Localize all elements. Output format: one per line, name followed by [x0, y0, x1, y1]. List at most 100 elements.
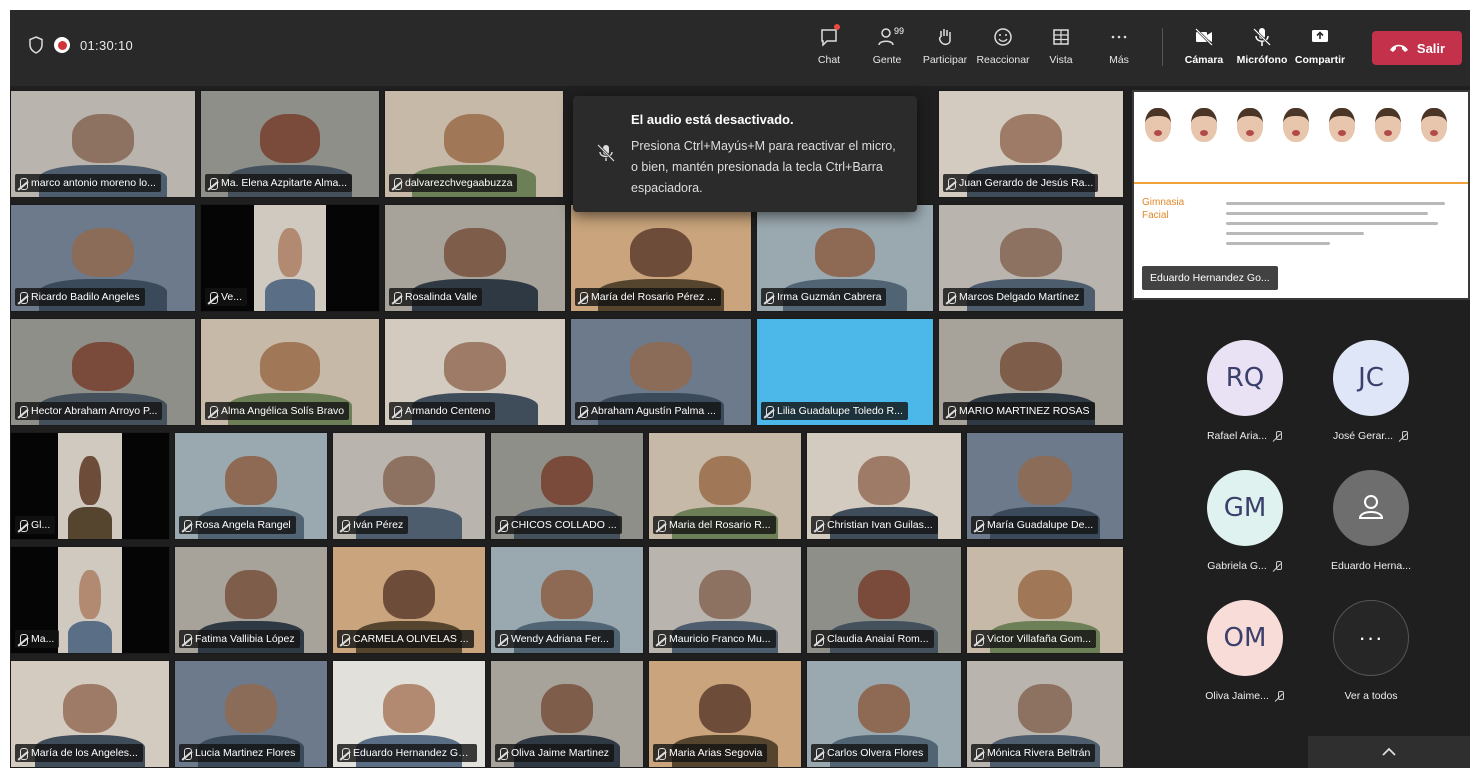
more-button[interactable]: Más: [1090, 20, 1148, 76]
participant-video-tile[interactable]: Ricardo Badilo Angeles: [10, 204, 196, 312]
participant-name-label: Juan Gerardo de Jesús Ra...: [943, 174, 1099, 192]
chat-button[interactable]: Chat: [800, 20, 858, 76]
participant-video-tile[interactable]: Marcos Delgado Martínez: [938, 204, 1124, 312]
see-all-label: Ver a todos: [1344, 690, 1398, 702]
participant-video-tile[interactable]: Carlos Olvera Flores: [806, 660, 962, 768]
view-button[interactable]: Vista: [1032, 20, 1090, 76]
participant-video-tile[interactable]: dalvarezchvegaabuzza: [384, 90, 564, 198]
participant-head: [999, 342, 1063, 392]
camera-button[interactable]: Cámara: [1176, 20, 1232, 76]
participant-video-tile[interactable]: Armando Centeno: [384, 318, 566, 426]
notification-title: El audio está desactivado.: [631, 112, 794, 127]
leave-button[interactable]: Salir: [1372, 31, 1462, 65]
participant-head: [857, 456, 911, 506]
participant-video-tile[interactable]: Ve...: [200, 204, 380, 312]
participant-name-label: Claudia Anaiaí Rom...: [811, 630, 934, 648]
avatar: RQ: [1207, 340, 1283, 416]
slide-face-images: [1140, 108, 1452, 156]
participant-video-tile[interactable]: Oliva Jaime Martinez: [490, 660, 644, 768]
roster-participant[interactable]: JC José Gerar...: [1312, 340, 1430, 442]
avatar: GM: [1207, 470, 1283, 546]
roster-participant[interactable]: OM Oliva Jaime...: [1186, 600, 1304, 702]
participant-head: [71, 228, 135, 278]
meeting-status: 01:30:10: [28, 36, 133, 54]
participant-video-tile[interactable]: Ma...: [10, 546, 170, 654]
mic-off-icon: [1253, 28, 1271, 46]
participant-video-tile[interactable]: María del Rosario Pérez ...: [570, 204, 752, 312]
participant-video-tile[interactable]: CHICOS COLLADO ...: [490, 432, 644, 540]
mic-off-icon: [1273, 560, 1283, 572]
participant-video-tile[interactable]: Juan Gerardo de Jesús Ra...: [938, 90, 1124, 198]
participant-video-tile[interactable]: Eduardo Hernandez Go...: [332, 660, 486, 768]
camera-off-icon: [1195, 28, 1213, 46]
participant-name-label: Alma Angélica Solís Bravo: [205, 402, 350, 420]
participant-head: [383, 570, 435, 620]
participant-name-label: Iván Pérez: [337, 516, 409, 534]
participant-video-tile[interactable]: Maria Arias Segovia: [648, 660, 802, 768]
participant-video-tile[interactable]: Rosa Angela Rangel: [174, 432, 328, 540]
roster-participant[interactable]: Eduardo Herna...: [1312, 470, 1430, 572]
roster-participant[interactable]: RQ Rafael Aria...: [1186, 340, 1304, 442]
share-button[interactable]: Compartir: [1292, 20, 1348, 76]
participant-video-tile[interactable]: Irma Guzmán Cabrera: [756, 204, 934, 312]
react-button[interactable]: Reaccionar: [974, 20, 1032, 76]
participant-name: Eduardo Herna...: [1331, 560, 1411, 572]
participant-name-label: Mauricio Franco Mu...: [653, 630, 776, 648]
participant-video-tile[interactable]: Lucia Martinez Flores: [174, 660, 328, 768]
participant-video-tile[interactable]: Hector Abraham Arroyo P...: [10, 318, 196, 426]
participant-video-tile[interactable]: MARIO MARTINEZ ROSAS: [938, 318, 1124, 426]
participant-name-label: MARIO MARTINEZ ROSAS: [943, 402, 1095, 420]
participant-head: [259, 114, 321, 164]
participant-video-tile[interactable]: CARMELA OLIVELAS ...: [332, 546, 486, 654]
participant-head: [699, 456, 751, 506]
microphone-button[interactable]: Micrófono: [1234, 20, 1290, 76]
leave-label: Salir: [1416, 40, 1446, 56]
raise-hand-button[interactable]: Participar: [916, 20, 974, 76]
participant-video-tile[interactable]: Victor Villafaña Gom...: [966, 546, 1124, 654]
participant-video-tile[interactable]: Abraham Agustín Palma ...: [570, 318, 752, 426]
participant-name-label: Gl...: [15, 516, 56, 534]
participant-name-label: María del Rosario Pérez ...: [575, 288, 721, 306]
avatar: [1333, 470, 1409, 546]
phone-hangup-icon: [1389, 44, 1408, 52]
participant-video-tile[interactable]: marco antonio moreno lo...: [10, 90, 196, 198]
participant-name-label: Oliva Jaime Martinez: [495, 744, 615, 762]
participant-video-tile[interactable]: Wendy Adriana Fer...: [490, 546, 644, 654]
slide-title: Gimnasia Facial: [1142, 197, 1185, 221]
participant-name-label: Mónica Rivera Beltrán: [971, 744, 1096, 762]
meeting-toolbar: 01:30:10 Chat 99 Gente Participar Reacci…: [10, 10, 1470, 86]
participant-name-label: Wendy Adriana Fer...: [495, 630, 614, 648]
participant-video-tile[interactable]: Christian Ivan Guilas...: [806, 432, 962, 540]
participant-video-tile[interactable]: Claudia Anaiaí Rom...: [806, 546, 962, 654]
audio-muted-notification: El audio está desactivado. Presiona Ctrl…: [573, 96, 917, 212]
see-all-button[interactable]: ··· Ver a todos: [1312, 600, 1430, 702]
participant-video-tile[interactable]: María de los Angeles...: [10, 660, 170, 768]
collapse-panel-button[interactable]: [1308, 736, 1470, 768]
participant-video-tile[interactable]: Iván Pérez: [332, 432, 486, 540]
participant-video-tile[interactable]: Gl...: [10, 432, 170, 540]
video-feed: [58, 547, 122, 653]
participant-name-label: Hector Abraham Arroyo P...: [15, 402, 163, 420]
participant-video-tile[interactable]: Rosalinda Valle: [384, 204, 566, 312]
participant-video-tile[interactable]: Lilia Guadalupe Toledo R...: [756, 318, 934, 426]
shield-icon: [29, 36, 43, 54]
participant-head: [444, 342, 506, 392]
shared-content-tile[interactable]: Gimnasia Facial Eduardo Hernandez Go...: [1132, 90, 1470, 300]
participant-name-label: Abraham Agustín Palma ...: [575, 402, 721, 420]
participant-video-tile[interactable]: Mauricio Franco Mu...: [648, 546, 802, 654]
participant-video-tile[interactable]: Maria del Rosario R...: [648, 432, 802, 540]
participant-name-label: Ma...: [15, 630, 60, 648]
face-image: [1140, 108, 1176, 156]
people-button[interactable]: 99 Gente: [858, 20, 916, 76]
people-label: Gente: [872, 54, 902, 66]
participant-name-label: Carlos Olvera Flores: [811, 744, 929, 762]
participant-video-tile[interactable]: Alma Angélica Solís Bravo: [200, 318, 380, 426]
toolbar-right-group: Cámara Micrófono Compartir: [1176, 20, 1348, 76]
participant-video-tile[interactable]: Fatima Vallibia López: [174, 546, 328, 654]
participant-name: Rafael Aria...: [1206, 430, 1268, 442]
participant-video-tile[interactable]: Mónica Rivera Beltrán: [966, 660, 1124, 768]
participant-video-tile[interactable]: María Guadalupe De...: [966, 432, 1124, 540]
roster-participant[interactable]: GM Gabriela G...: [1186, 470, 1304, 572]
more-label: Más: [1109, 54, 1129, 66]
participant-video-tile[interactable]: Ma. Elena Azpitarte Alma...: [200, 90, 380, 198]
